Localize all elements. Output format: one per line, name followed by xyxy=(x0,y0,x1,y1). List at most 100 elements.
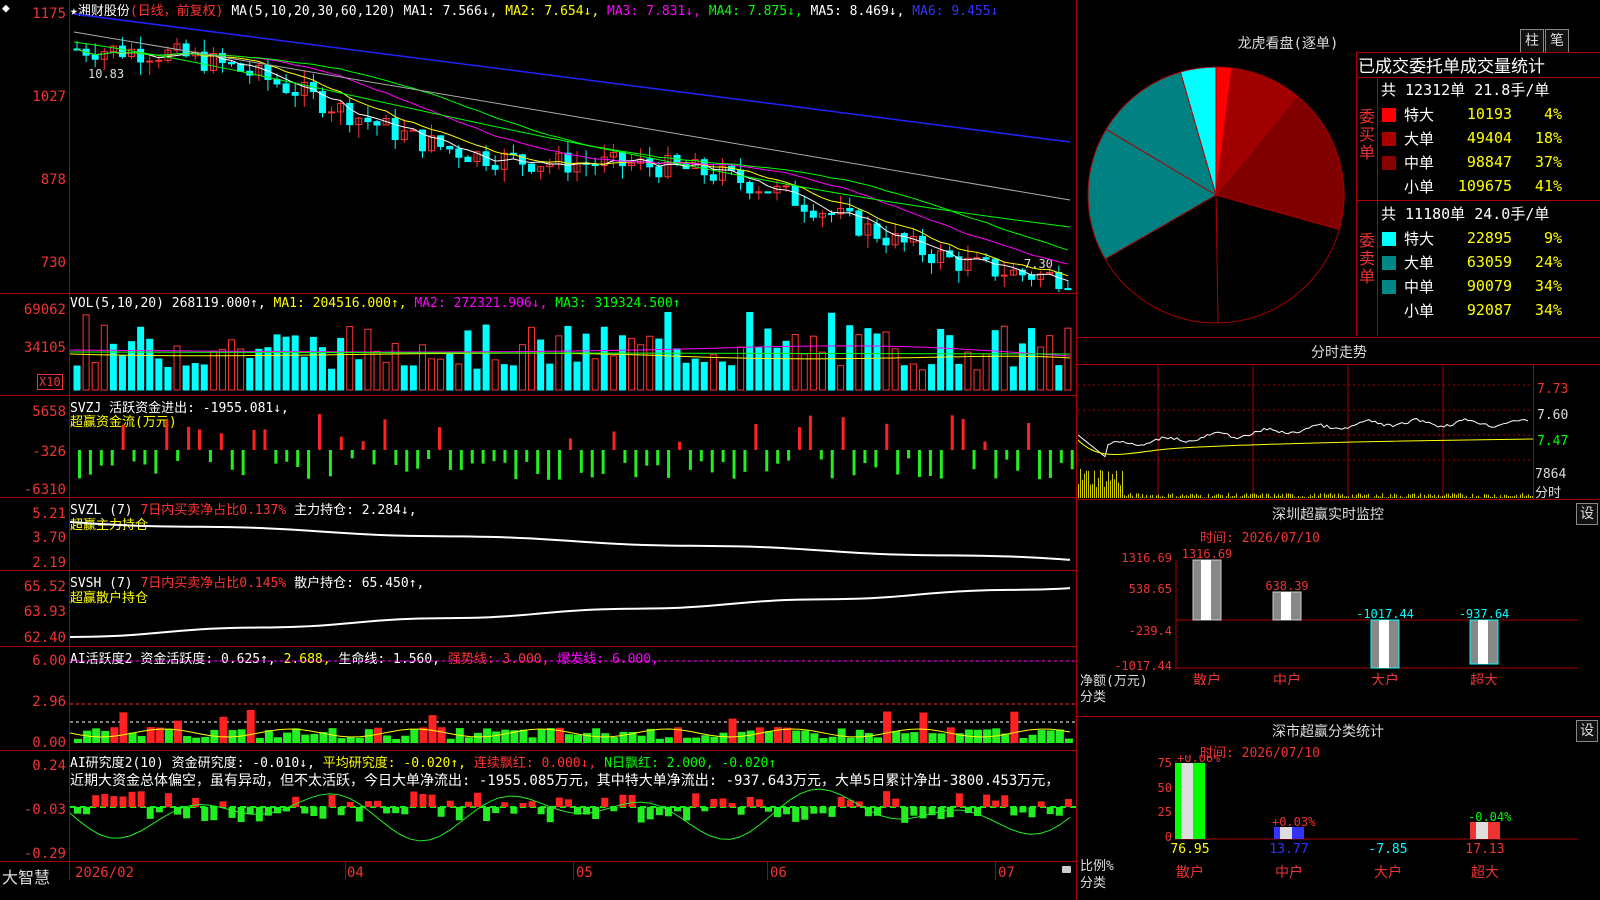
intraday-vol xyxy=(1098,477,1099,498)
volume-bar xyxy=(591,358,599,391)
volume-bar xyxy=(818,351,826,391)
flow-bar xyxy=(78,450,81,479)
activity-bar xyxy=(274,737,282,743)
bar-highlight xyxy=(1281,592,1291,620)
x-tick: 04 xyxy=(347,865,364,881)
intraday-vol xyxy=(1494,494,1495,498)
flow-bar xyxy=(307,450,311,479)
volume-bar xyxy=(482,324,490,391)
flow-bar xyxy=(819,450,823,460)
research-bar xyxy=(301,807,309,814)
intraday-vol xyxy=(1504,494,1505,498)
retail-holding-chart[interactable] xyxy=(70,571,1076,646)
table-row: 大单 49404 18% xyxy=(1378,126,1566,150)
flow-bar xyxy=(601,450,605,474)
volume-bar xyxy=(246,358,254,391)
research-bar xyxy=(346,802,354,807)
capital-flow-chart[interactable] xyxy=(70,396,1076,496)
volume-bar xyxy=(782,340,790,391)
research-bar xyxy=(819,807,827,814)
volume-bar xyxy=(155,358,163,391)
intraday-vol xyxy=(1222,495,1223,498)
research-bar xyxy=(328,795,336,807)
bar-mode-button[interactable]: 柱 xyxy=(1520,29,1544,53)
flow-bar xyxy=(350,450,354,459)
volume-bar xyxy=(864,328,872,391)
research-bar xyxy=(683,807,691,821)
intraday-vol xyxy=(1420,493,1421,498)
volume-chart[interactable] xyxy=(70,312,1076,392)
flow-bar xyxy=(1016,450,1020,471)
candlestick-chart[interactable] xyxy=(70,12,1076,292)
table-row: 特大 10193 4% xyxy=(1378,102,1566,126)
intraday-vol xyxy=(1438,494,1439,498)
monitor-settings-button[interactable]: 设 xyxy=(1576,503,1598,525)
intraday-chart[interactable] xyxy=(1078,365,1533,499)
intraday-vol xyxy=(1214,495,1215,498)
volume-bar xyxy=(291,335,299,391)
activity-bar xyxy=(1046,730,1055,743)
flow-bar xyxy=(754,423,758,450)
activity-bar xyxy=(792,730,801,743)
bar-highlight xyxy=(1181,763,1193,839)
research-bar xyxy=(128,791,136,807)
y-tick: 2.96 xyxy=(32,694,66,710)
intraday-vol xyxy=(1218,493,1219,498)
activity-bar xyxy=(746,730,755,743)
activity-bar xyxy=(337,738,346,743)
volume-bar xyxy=(428,358,436,391)
table-row: 中单 98847 37% xyxy=(1378,150,1566,174)
intraday-vol xyxy=(1316,497,1317,498)
classify-settings-button[interactable]: 设 xyxy=(1576,720,1598,742)
activity-bar xyxy=(910,732,919,743)
candle-body xyxy=(291,91,299,96)
volume-bar xyxy=(609,355,617,391)
research-chart[interactable] xyxy=(70,751,1076,861)
volume-bar xyxy=(991,330,999,391)
category-label: 中户 xyxy=(1273,672,1301,685)
research-bar xyxy=(1064,799,1072,807)
main-holding-chart[interactable] xyxy=(70,498,1076,570)
research-bar xyxy=(355,807,363,822)
volume-bar xyxy=(846,325,854,391)
ma5-line xyxy=(73,31,1071,201)
research-bar xyxy=(537,807,545,815)
intraday-vol xyxy=(1344,496,1345,498)
intraday-vol xyxy=(1332,495,1333,498)
flow-bar xyxy=(285,450,289,462)
flow-bar xyxy=(230,450,234,470)
lock-icon[interactable] xyxy=(1062,866,1071,873)
flow-bar xyxy=(939,450,943,479)
flow-bar xyxy=(972,450,976,470)
research-bar xyxy=(410,791,418,807)
tick-mode-button[interactable]: 笔 xyxy=(1545,29,1569,53)
research-bar xyxy=(437,807,445,817)
intraday-vol xyxy=(1230,496,1231,498)
activity-bar xyxy=(292,728,301,743)
research-bar xyxy=(1055,807,1063,816)
intraday-vol xyxy=(1140,496,1141,498)
intraday-vol xyxy=(1354,497,1355,498)
category-label: 大户 xyxy=(1374,864,1402,881)
research-bar xyxy=(810,807,818,814)
flow-bar xyxy=(732,450,736,479)
intraday-vol xyxy=(1418,495,1419,498)
intraday-vol xyxy=(1094,470,1095,498)
activity-chart[interactable] xyxy=(70,647,1076,750)
intraday-vol xyxy=(1522,493,1523,498)
intraday-vol xyxy=(1432,496,1433,498)
intraday-vol xyxy=(1400,495,1401,498)
activity-bar xyxy=(819,738,828,743)
research-bar xyxy=(637,807,645,823)
activity-bar xyxy=(810,733,819,743)
y-tick: 2.19 xyxy=(32,555,66,571)
intraday-vol xyxy=(1088,470,1089,498)
intraday-vol xyxy=(1292,494,1293,498)
flow-bar xyxy=(721,450,725,463)
candle-body xyxy=(455,148,463,158)
intraday-vol xyxy=(1256,494,1257,498)
intraday-vol xyxy=(1406,496,1407,498)
research-bar xyxy=(692,793,700,807)
intraday-vol xyxy=(1424,494,1425,498)
flow-bar xyxy=(503,450,507,463)
